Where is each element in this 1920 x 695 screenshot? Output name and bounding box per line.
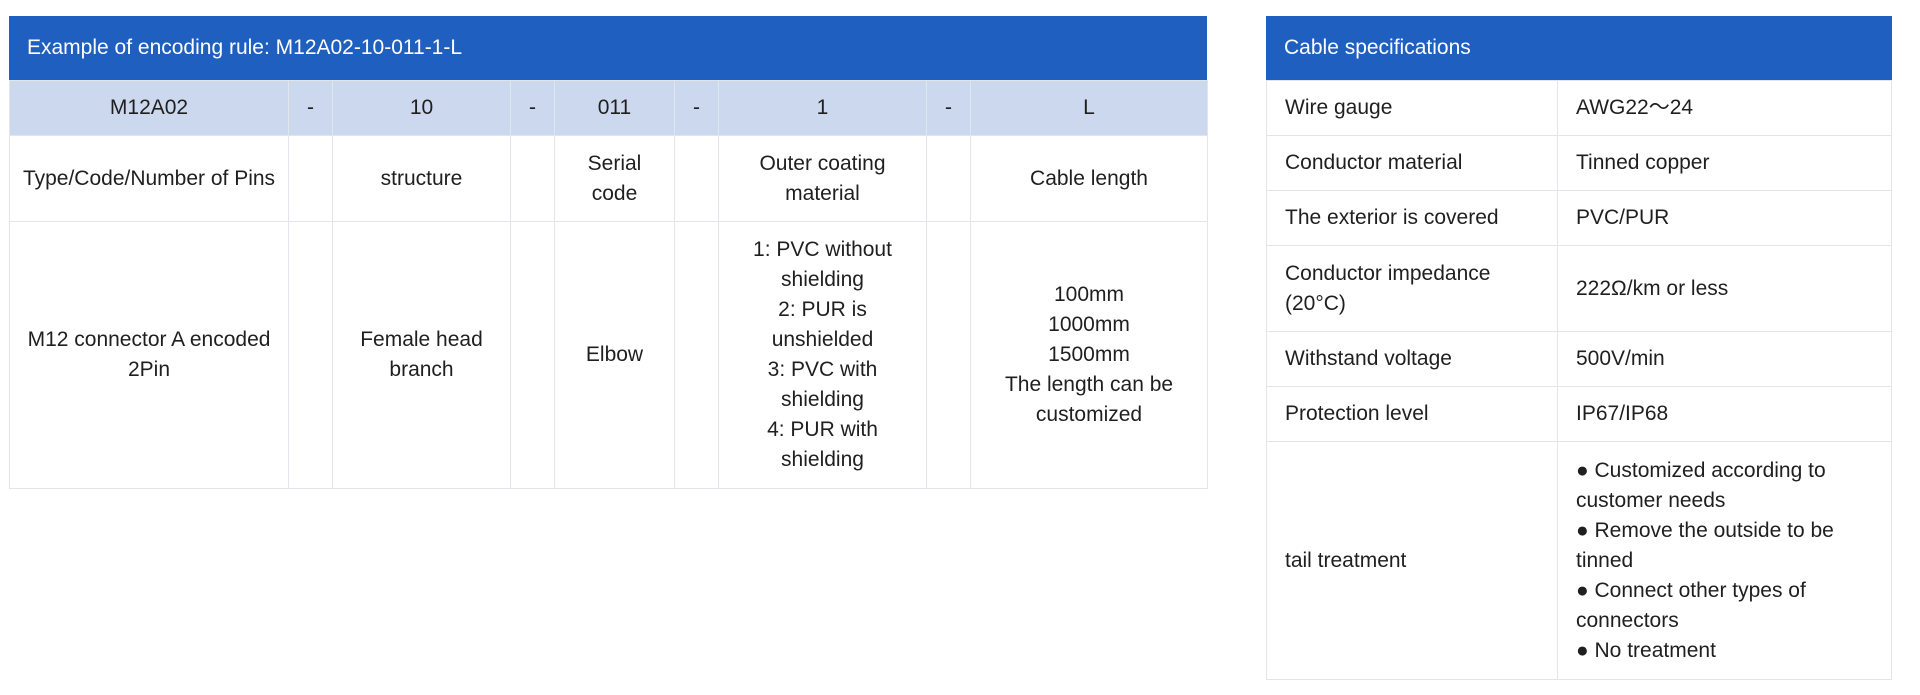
coating-option: 4: PUR with shielding xyxy=(767,418,878,471)
spec-value: IP67/IP68 xyxy=(1557,386,1892,442)
desc-length: 100mm 1000mm 1500mm The length can be cu… xyxy=(970,221,1208,489)
length-option: The length can be customized xyxy=(1004,373,1174,426)
encoding-rule-title: Example of encoding rule: M12A02-10-011-… xyxy=(9,16,1207,80)
spec-key: Withstand voltage xyxy=(1266,331,1558,387)
spec-key: Conductor impedance (20°C) xyxy=(1266,245,1558,332)
label-separator xyxy=(288,135,333,222)
spec-row: Withstand voltage 500V/min xyxy=(1266,331,1892,387)
code-row: M12A02 - 10 - 011 - 1 - L xyxy=(9,80,1208,136)
spec-value: 500V/min xyxy=(1557,331,1892,387)
tail-treatment-item: ● Customized according to customer needs xyxy=(1576,458,1826,512)
spec-key: Wire gauge xyxy=(1266,80,1558,136)
spec-row: The exterior is covered PVC/PUR xyxy=(1266,190,1892,246)
spec-key: Protection level xyxy=(1266,386,1558,442)
code-separator: - xyxy=(674,80,719,136)
code-separator: - xyxy=(926,80,971,136)
spec-value: AWG22～24 xyxy=(1557,80,1892,136)
code-structure: 10 xyxy=(332,80,511,136)
encoding-rule-panel: Example of encoding rule: M12A02-10-011-… xyxy=(9,16,1208,489)
tail-treatment-item: ● Remove the outside to be tinned xyxy=(1576,518,1834,572)
label-row: Type/Code/Number of Pins structure Seria… xyxy=(9,135,1208,222)
desc-separator xyxy=(674,221,719,489)
code-separator: - xyxy=(510,80,555,136)
spec-row-tail: tail treatment ● Customized according to… xyxy=(1266,441,1892,680)
desc-serial: Elbow xyxy=(554,221,675,489)
label-separator xyxy=(510,135,555,222)
desc-separator xyxy=(926,221,971,489)
cable-spec-title: Cable specifications xyxy=(1266,16,1892,80)
spec-value: 222Ω/km or less xyxy=(1557,245,1892,332)
code-separator: - xyxy=(288,80,333,136)
code-length: L xyxy=(970,80,1208,136)
code-serial: 011 xyxy=(554,80,675,136)
coating-option: 2: PUR is unshielded xyxy=(771,298,874,351)
desc-structure: Female head branch xyxy=(332,221,511,489)
tail-treatment-item: ● Connect other types of connectors xyxy=(1576,578,1806,632)
desc-separator xyxy=(510,221,555,489)
spec-key: The exterior is covered xyxy=(1266,190,1558,246)
encoding-rule-table: M12A02 - 10 - 011 - 1 - L Type/Code/Numb… xyxy=(9,80,1208,489)
desc-type: M12 connector A encoded 2Pin xyxy=(9,221,289,489)
label-structure: structure xyxy=(332,135,511,222)
spec-value: PVC/PUR xyxy=(1557,190,1892,246)
tail-treatment-item: ● No treatment xyxy=(1576,638,1716,662)
label-type: Type/Code/Number of Pins xyxy=(9,135,289,222)
cable-spec-table: Wire gauge AWG22～24 Conductor material T… xyxy=(1266,80,1892,680)
desc-coating: 1: PVC without shielding 2: PUR is unshi… xyxy=(718,221,927,489)
spec-row: Conductor impedance (20°C) 222Ω/km or le… xyxy=(1266,245,1892,332)
code-coating: 1 xyxy=(718,80,927,136)
spec-key: tail treatment xyxy=(1266,441,1558,680)
label-serial: Serial code xyxy=(554,135,675,222)
coating-option: 3: PVC with shielding xyxy=(767,358,878,411)
length-option: 1000mm xyxy=(1048,313,1130,336)
coating-option: 1: PVC without shielding xyxy=(753,238,892,291)
spec-row: Wire gauge AWG22～24 xyxy=(1266,80,1892,136)
length-option: 100mm xyxy=(1053,283,1125,306)
tail-treatment-list: ● Customized according to customer needs… xyxy=(1557,441,1892,680)
spec-row: Conductor material Tinned copper xyxy=(1266,135,1892,191)
label-length: Cable length xyxy=(970,135,1208,222)
length-option: 1500mm xyxy=(1048,343,1130,366)
description-row: M12 connector A encoded 2Pin Female head… xyxy=(9,221,1208,489)
desc-separator xyxy=(288,221,333,489)
spec-key: Conductor material xyxy=(1266,135,1558,191)
spec-row: Protection level IP67/IP68 xyxy=(1266,386,1892,442)
label-separator xyxy=(926,135,971,222)
label-coating: Outer coating material xyxy=(718,135,927,222)
cable-spec-panel: Cable specifications Wire gauge AWG22～24… xyxy=(1266,16,1892,680)
label-separator xyxy=(674,135,719,222)
spec-value: Tinned copper xyxy=(1557,135,1892,191)
code-type: M12A02 xyxy=(9,80,289,136)
